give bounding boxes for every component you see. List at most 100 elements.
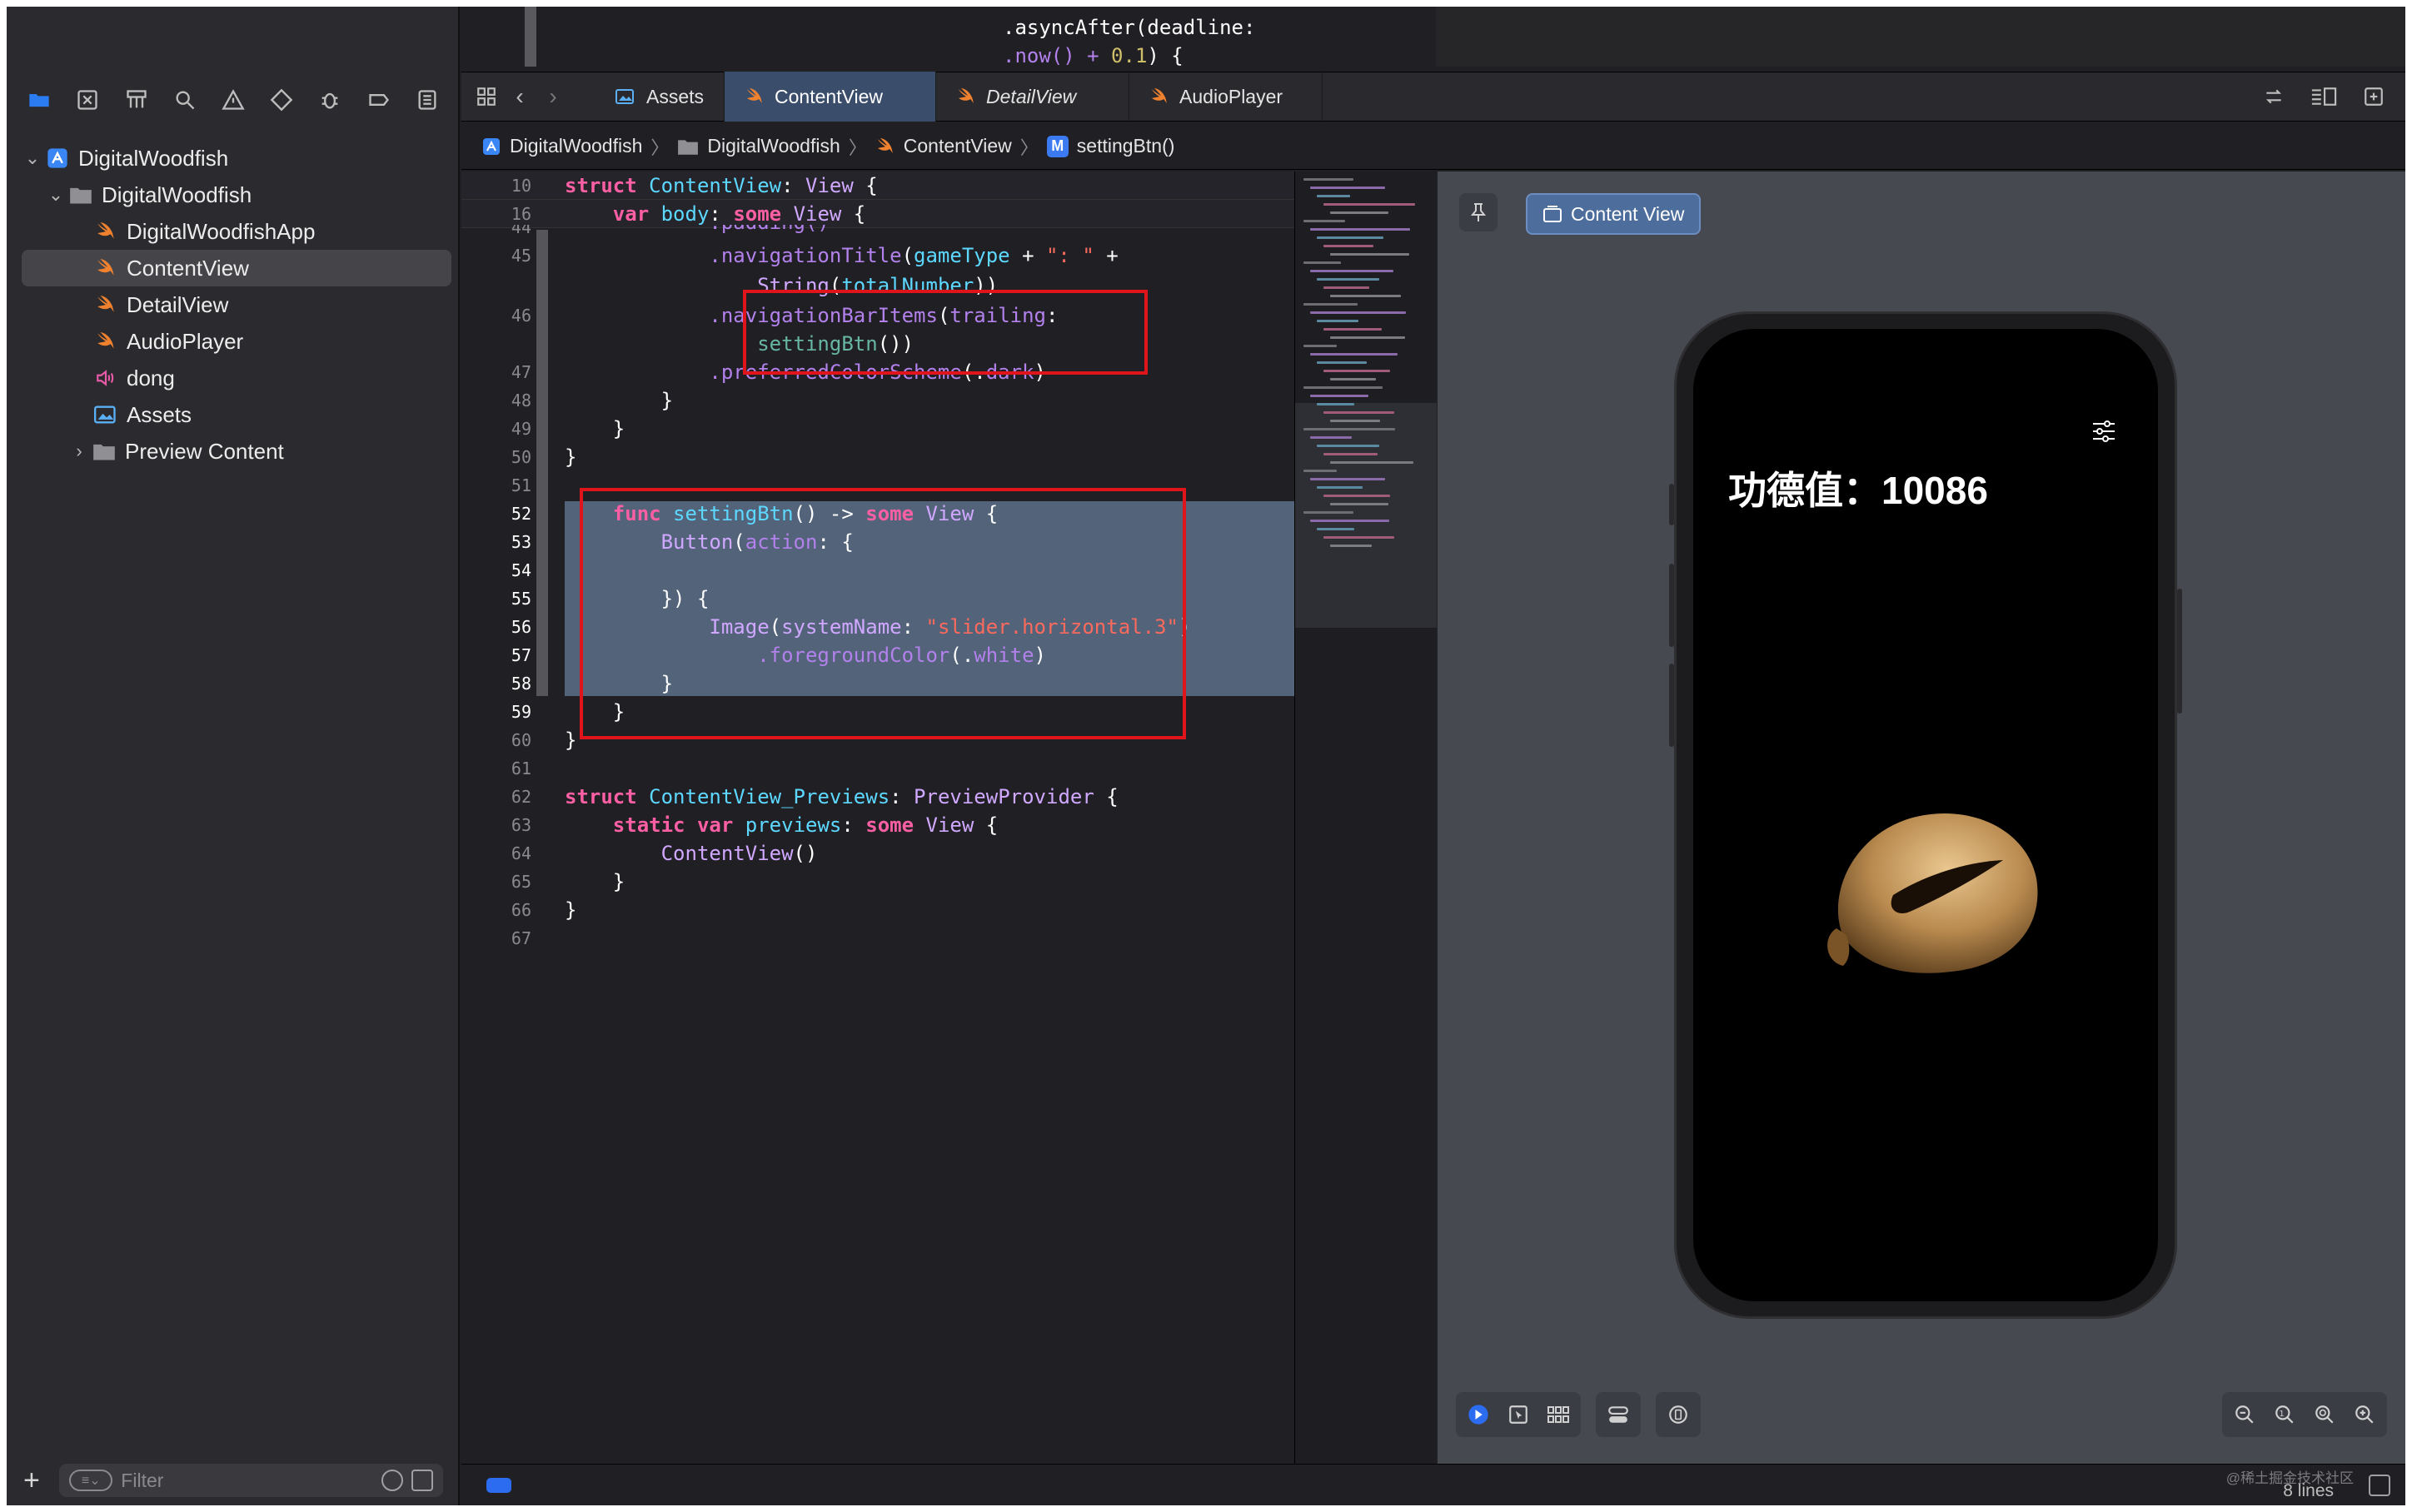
svg-text:1: 1 <box>2280 1410 2285 1419</box>
tree-item-label: DigitalWoodfish <box>78 145 229 171</box>
tree-item-project[interactable]: ⌄ DigitalWoodfish <box>22 140 451 177</box>
minimap-line <box>1317 403 1354 405</box>
swift-icon <box>875 137 895 157</box>
breadcrumb-method[interactable]: M settingBtn() <box>1046 135 1174 157</box>
chevron-right-icon[interactable]: › <box>68 440 90 462</box>
minimap-line <box>1310 436 1352 439</box>
test-icon[interactable] <box>267 85 297 115</box>
minimap-line <box>1323 370 1390 372</box>
folder-icon <box>67 182 95 207</box>
phone-screen[interactable]: 功德值：10086 <box>1693 329 2158 1301</box>
variants-icon[interactable] <box>1544 1400 1572 1429</box>
minimap-line <box>1310 353 1398 356</box>
debug-icon[interactable] <box>315 85 345 115</box>
device-settings-icon[interactable] <box>1604 1400 1632 1429</box>
minimap-line <box>1330 545 1372 547</box>
pin-icon[interactable] <box>1459 193 1498 231</box>
code-line: 16 var body: some View { <box>461 200 1294 228</box>
code-editor[interactable]: 10 struct ContentView: View { 16 var body… <box>461 172 1294 1464</box>
back-icon[interactable]: ‹ <box>503 80 536 113</box>
canvas-header-strip <box>1436 7 2405 67</box>
tab-contentview[interactable]: ContentView <box>725 72 937 122</box>
zoom-out-icon[interactable] <box>2230 1400 2259 1429</box>
editor-layout-icon[interactable] <box>2307 80 2340 113</box>
selectable-mode-icon[interactable] <box>1504 1400 1532 1429</box>
minimap-line <box>1317 445 1379 447</box>
live-preview-icon[interactable] <box>1464 1400 1493 1429</box>
tree-item-label: DigitalWoodfishApp <box>127 218 316 244</box>
zoom-actual-icon[interactable] <box>2310 1400 2339 1429</box>
tree-item-group[interactable]: › Preview Content <box>22 433 451 470</box>
tree-item-file[interactable]: dong <box>22 360 451 396</box>
method-icon: M <box>1046 135 1069 157</box>
device-icon[interactable] <box>1664 1400 1692 1429</box>
tree-item-file[interactable]: DetailView <box>22 286 451 323</box>
tree-item-label: ContentView <box>127 255 249 281</box>
code-line: 62 struct ContentView_Previews: PreviewPr… <box>511 785 1119 808</box>
minimap-line <box>1330 420 1380 422</box>
zoom-in-icon[interactable] <box>2350 1400 2379 1429</box>
volume-down-button <box>1669 664 1674 747</box>
filter-input[interactable]: ≡⌄ Filter <box>59 1464 443 1497</box>
project-icon <box>43 146 72 171</box>
code-line: 64 ContentView() <box>511 842 818 865</box>
zoom-fit-icon[interactable]: 1 <box>2270 1400 2299 1429</box>
code-line: 66} <box>511 898 577 922</box>
chevron-right-icon: 〉 <box>650 137 670 158</box>
source-control-filter-icon[interactable] <box>411 1470 433 1491</box>
folder-icon <box>90 439 118 464</box>
search-icon[interactable] <box>170 85 200 115</box>
side-button <box>1669 484 1674 525</box>
slider-horizontal-icon[interactable] <box>2091 420 2116 446</box>
breadcrumb-project[interactable]: DigitalWoodfish <box>481 135 642 157</box>
highlight-box-setting-btn <box>580 488 1186 739</box>
breakpoint-icon[interactable] <box>364 85 394 115</box>
tree-item-file-selected[interactable]: ContentView <box>22 250 451 286</box>
report-icon[interactable] <box>412 85 442 115</box>
tree-item-file[interactable]: Assets <box>22 396 451 433</box>
minimap-line <box>1323 495 1390 497</box>
symbol-icon[interactable] <box>122 85 152 115</box>
add-icon[interactable]: + <box>23 1465 51 1497</box>
tab-assets[interactable]: Assets <box>595 72 725 122</box>
folder-icon[interactable] <box>24 85 54 115</box>
breadcrumb-group[interactable]: DigitalWoodfish <box>677 135 840 157</box>
tab-audioplayer[interactable]: AudioPlayer <box>1129 72 1323 122</box>
tree-item-group[interactable]: ⌄ DigitalWoodfish <box>22 177 451 213</box>
forward-icon[interactable]: › <box>536 80 570 113</box>
breadcrumb-file[interactable]: ContentView <box>875 135 1012 157</box>
debug-area-toggle-icon[interactable] <box>2369 1475 2390 1496</box>
code-line: 65 } <box>511 870 625 893</box>
code-line: 50} <box>511 445 577 469</box>
swift-icon <box>92 292 120 317</box>
tree-item-file[interactable]: AudioPlayer <box>22 323 451 360</box>
add-editor-icon[interactable] <box>2357 80 2390 113</box>
minimap[interactable] <box>1294 172 1437 1464</box>
recent-files-icon[interactable] <box>381 1470 403 1491</box>
project-tree: ⌄ DigitalWoodfish ⌄ DigitalWoodfish Digi… <box>22 140 451 470</box>
tree-item-label: Preview Content <box>125 438 284 464</box>
code-line: 10 struct ContentView: View { <box>461 172 1294 200</box>
assets-icon <box>615 87 636 106</box>
chevron-down-icon[interactable]: ⌄ <box>22 147 43 169</box>
iphone-frame: 功德值：10086 <box>1669 311 2182 1319</box>
minimap-line <box>1317 486 1363 489</box>
source-control-icon[interactable] <box>72 85 102 115</box>
chevron-down-icon[interactable]: ⌄ <box>45 184 67 206</box>
filter-options-icon[interactable]: ≡⌄ <box>69 1470 113 1491</box>
minimap-line <box>1330 503 1388 505</box>
wooden-fish-image[interactable] <box>1818 795 2043 991</box>
minimap-line <box>1330 336 1405 339</box>
minimap-line <box>1310 395 1368 397</box>
minimap-line <box>1317 361 1367 364</box>
warning-icon[interactable] <box>218 85 248 115</box>
tree-item-label: DigitalWoodfish <box>102 182 252 207</box>
issue-indicator[interactable] <box>486 1478 511 1493</box>
content-view-preview-button[interactable]: Content View <box>1526 193 1702 235</box>
minimap-line <box>1303 261 1341 264</box>
grid-icon[interactable] <box>470 80 503 113</box>
filter-bar: + ≡⌄ Filter <box>7 1455 460 1505</box>
tree-item-file[interactable]: DigitalWoodfishApp <box>22 213 451 250</box>
swap-icon[interactable] <box>2257 80 2290 113</box>
tab-detailview[interactable]: DetailView <box>936 72 1130 122</box>
